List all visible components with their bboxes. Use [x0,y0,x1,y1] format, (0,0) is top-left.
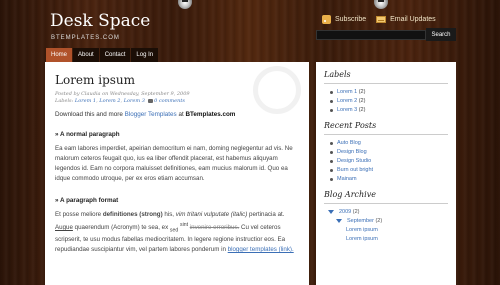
main-nav: Home About Contact Log In [46,48,159,62]
archive-year[interactable]: 2009 [339,209,351,215]
archive-count: (2) [375,218,383,224]
archive-post-row: Lorem ipsum [346,236,448,242]
italic-text: vim tritani vulputate (italic) [175,211,248,218]
list-item: Mainam [330,176,448,182]
tab-about[interactable]: About [73,48,99,62]
recent-post-link[interactable]: Auto Blog [337,140,361,146]
archive-year-row[interactable]: 2009 (2) [328,209,448,215]
archive-post-link[interactable]: Lorem ipsum [346,236,378,242]
recent-post-link[interactable]: Design Studio [337,158,371,164]
section-heading: » A normal paragraph [55,131,120,138]
main-content: Lorem ipsum Posted by Claudia on Wednesd… [45,62,309,285]
tab-login[interactable]: Log In [131,48,159,62]
labels-prefix: Labels: [55,98,74,104]
text: Et posse meliore [55,211,102,218]
bullet-icon [330,90,333,94]
list-item: Design Blog [330,149,448,155]
header-links: Subscribe Email Updates [322,15,436,24]
label-count: (2) [358,98,366,104]
recent-post-link[interactable]: Mainam [337,176,357,182]
labels-list: Lorem 1 (2) Lorem 2 (2) Lorem 3 (2) [330,89,448,113]
list-item: Burn out bright [330,167,448,173]
blogger-templates-link[interactable]: Blogger Templates [125,111,177,118]
email-updates-link[interactable]: Email Updates [376,15,436,24]
underlined-text: Augue [55,224,73,232]
text: his, [164,211,175,218]
labels-widget: Labels Lorem 1 (2) Lorem 2 (2) Lorem 3 (… [324,70,448,113]
btemplates-name: BTemplates.com [185,111,236,118]
post-intro: Download this and more Blogger Templates… [55,111,299,118]
archive-month-row[interactable]: September (2) [336,218,448,224]
recent-posts-widget: Recent Posts Auto Blog Design Blog Desig… [324,121,448,182]
text: quaerendum (Acronym) te sea, ex [74,224,169,232]
comments-link[interactable]: 0 comments [154,98,185,104]
deleted-text: invenire erroribus. [189,224,240,232]
subscript-text: sed [169,227,179,234]
comment-icon [148,98,154,103]
recent-posts-list: Auto Blog Design Blog Design Studio Burn… [330,140,448,182]
label-link[interactable]: Lorem 1 [337,89,357,95]
recent-post-link[interactable]: Burn out bright [337,167,373,173]
expand-arrow-icon[interactable] [328,210,334,214]
list-item: Auto Blog [330,140,448,146]
bullet-icon [330,108,333,112]
search-button[interactable]: Search [426,28,456,41]
tab-home[interactable]: Home [46,48,73,62]
subscribe-link[interactable]: Subscribe [322,15,366,24]
mail-icon [376,16,387,23]
label-count: (2) [358,107,366,113]
bullet-icon [330,141,333,145]
widget-title: Recent Posts [324,121,448,135]
superscript-text: sint [179,222,189,228]
email-updates-label: Email Updates [390,16,436,23]
bullet-icon [330,99,333,103]
site-subtitle: BTEMPLATES.COM [51,35,120,41]
site-title[interactable]: Desk Space [50,11,150,31]
recent-post-link[interactable]: Design Blog [337,149,367,155]
archive-post-row: Lorem ipsum [346,227,448,233]
widget-title: Labels [324,70,448,84]
header: Desk Space BTEMPLATES.COM Subscribe Emai… [0,0,500,65]
label-link[interactable]: Lorem 3 [337,107,357,113]
archive-month[interactable]: September [347,218,374,224]
list-item: Lorem 3 (2) [330,107,448,113]
bullet-icon [330,168,333,172]
strong-text: definitiones (strong) [102,211,163,218]
rss-icon [322,15,331,24]
archive-post-link[interactable]: Lorem ipsum [346,227,378,233]
tab-contact[interactable]: Contact [99,48,131,62]
sidebar: Labels Lorem 1 (2) Lorem 2 (2) Lorem 3 (… [316,62,456,285]
expand-arrow-icon[interactable] [336,219,342,223]
blog-archive-widget: Blog Archive 2009 (2) September (2) Lore… [324,190,448,242]
blogger-templates-link[interactable]: blogger templates (link). [228,246,294,253]
coffee-ring-decoration [253,66,301,114]
list-item: Design Studio [330,158,448,164]
bullet-icon [330,159,333,163]
bullet-icon [330,177,333,181]
section-heading: » A paragraph format [55,197,119,204]
label-link[interactable]: Lorem 2 [337,98,357,104]
label-link[interactable]: Lorem 2 [99,98,120,104]
label-link[interactable]: Lorem 1 [75,98,96,104]
intro-text: Download this and more [55,111,123,118]
text: pertinacia at. [249,211,285,218]
archive-tree: 2009 (2) September (2) Lorem ipsum Lorem… [324,209,448,242]
list-item: Lorem 2 (2) [330,98,448,104]
widget-title: Blog Archive [324,190,448,204]
archive-count: (2) [352,209,360,215]
bullet-icon [330,150,333,154]
label-count: (2) [358,89,366,95]
search-input[interactable] [316,30,426,40]
subscribe-label: Subscribe [335,16,367,23]
label-link[interactable]: Lorem 3 [124,98,145,104]
intro-middle: at [178,111,184,118]
paragraph: Ea eam labores imperdiet, apeirian democ… [55,145,293,182]
formatted-paragraph: Et posse meliore definitiones (strong) h… [55,210,299,255]
list-item: Lorem 1 (2) [330,89,448,95]
